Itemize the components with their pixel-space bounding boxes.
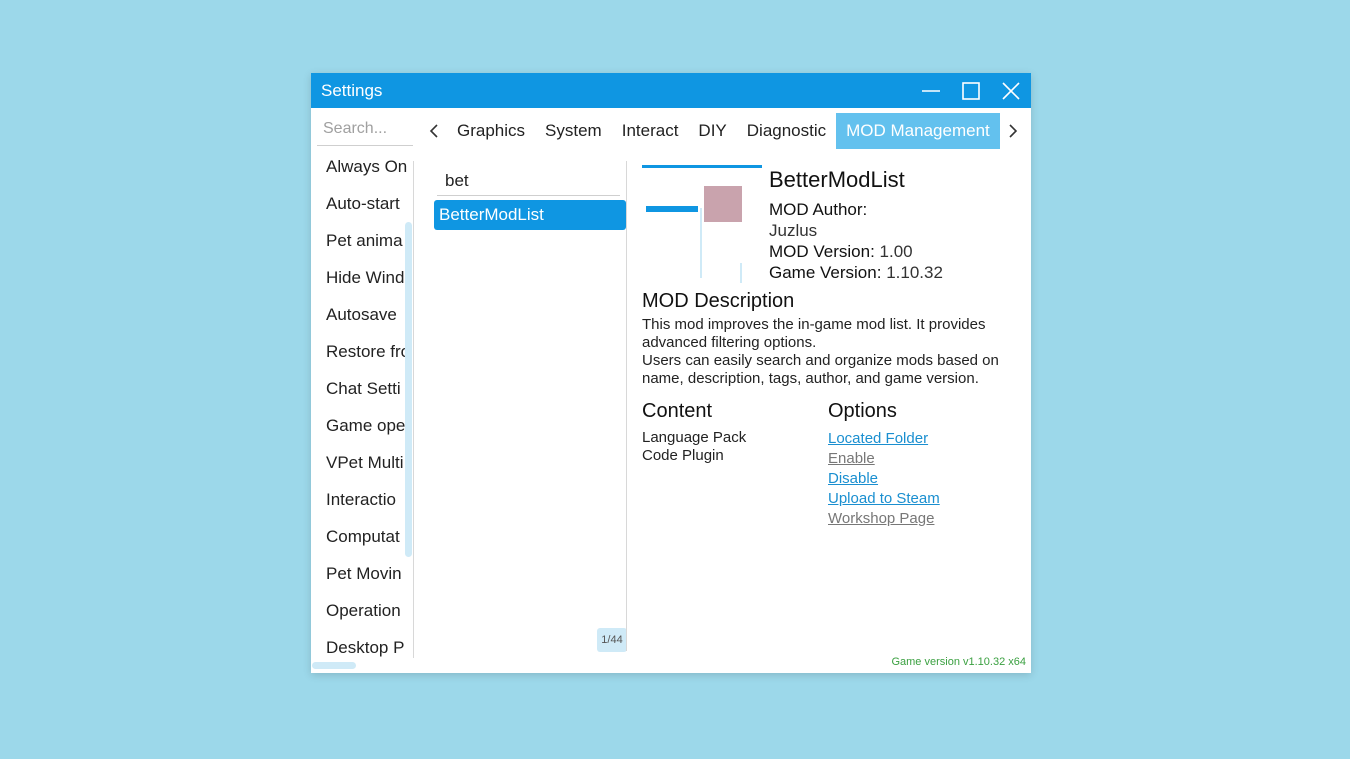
settings-sidebar: Search... Always On Auto-start Pet anima… xyxy=(311,108,414,673)
sidebar-item[interactable]: Restore fro xyxy=(326,339,414,376)
content-item: Language Pack xyxy=(642,429,747,446)
sidebar-list: Always On Auto-start Pet anima Hide Wind… xyxy=(326,154,414,672)
game-version-footer: Game version v1.10.32 x64 xyxy=(891,656,1026,668)
preview-highlight xyxy=(646,206,698,212)
sidebar-scrollbar[interactable] xyxy=(405,222,412,557)
mod-description: This mod improves the in-game mod list. … xyxy=(642,316,1012,388)
settings-window: Settings Search... Always On Auto-start … xyxy=(311,73,1031,673)
sidebar-item[interactable]: Computat xyxy=(326,524,414,561)
mod-author-label: MOD Author: xyxy=(769,200,868,219)
description-heading: MOD Description xyxy=(642,290,795,312)
tab-scroll-left-button[interactable] xyxy=(421,113,447,149)
mod-version-row: MOD Version: 1.00 xyxy=(769,241,943,262)
minimize-button[interactable] xyxy=(911,73,951,108)
mod-title: BetterModList xyxy=(769,167,905,192)
description-line: Users can easily search and organize mod… xyxy=(642,352,999,387)
mod-meta: MOD Author: Juzlus MOD Version: 1.00 Gam… xyxy=(769,199,943,283)
mod-version-value: 1.00 xyxy=(879,242,913,261)
close-button[interactable] xyxy=(991,73,1031,108)
close-icon xyxy=(1002,81,1020,100)
list-divider xyxy=(626,161,627,651)
upload-to-steam-link[interactable]: Upload to Steam xyxy=(828,489,940,509)
sidebar-item[interactable]: VPet Multi xyxy=(326,450,414,487)
game-version-row: Game Version: 1.10.32 xyxy=(769,262,943,283)
chevron-left-icon xyxy=(429,124,438,138)
chevron-right-icon xyxy=(1009,124,1017,138)
sidebar-item[interactable]: Hide Wind xyxy=(326,265,414,302)
sidebar-item[interactable]: Chat Setti xyxy=(326,376,414,413)
workshop-page-link[interactable]: Workshop Page xyxy=(828,509,940,529)
sidebar-item[interactable]: Autosave xyxy=(326,302,414,339)
window-title: Settings xyxy=(321,80,383,100)
options-list: Located Folder Enable Disable Upload to … xyxy=(828,429,940,529)
tab-bar: Graphics System Interact DIY Diagnostic … xyxy=(421,113,1031,149)
mod-count-badge: 1/44 xyxy=(597,628,627,652)
tab-diy[interactable]: DIY xyxy=(688,113,736,149)
mod-list-item[interactable]: BetterModList xyxy=(434,200,626,230)
content-item: Code Plugin xyxy=(642,447,724,464)
tab-system[interactable]: System xyxy=(535,113,612,149)
enable-link[interactable]: Enable xyxy=(828,449,940,469)
sidebar-item[interactable]: Always On xyxy=(326,154,414,191)
tab-diagnostic[interactable]: Diagnostic xyxy=(737,113,836,149)
minimize-icon xyxy=(922,89,940,92)
description-line: This mod improves the in-game mod list. … xyxy=(642,316,986,351)
content-heading: Content xyxy=(642,400,713,422)
tab-interact[interactable]: Interact xyxy=(612,113,689,149)
sidebar-item[interactable]: Pet Movin xyxy=(326,561,414,598)
tab-scroll-right-button[interactable] xyxy=(1000,113,1026,149)
sidebar-item[interactable]: Interactio xyxy=(326,487,414,524)
sidebar-item[interactable]: Operation xyxy=(326,598,414,635)
mod-version-label: MOD Version: xyxy=(769,242,875,261)
options-heading: Options xyxy=(828,400,897,422)
mod-preview-image xyxy=(642,165,762,285)
maximize-button[interactable] xyxy=(951,73,991,108)
sidebar-item[interactable]: Auto-start xyxy=(326,191,414,228)
tab-graphics[interactable]: Graphics xyxy=(447,113,535,149)
preview-scrollbar xyxy=(740,263,742,283)
preview-picture xyxy=(704,186,742,222)
sidebar-search-input[interactable]: Search... xyxy=(317,118,413,146)
sidebar-item[interactable]: Pet anima xyxy=(326,228,414,265)
sidebar-horizontal-scrollbar[interactable] xyxy=(312,662,356,669)
maximize-icon xyxy=(962,81,980,100)
game-version-value: 1.10.32 xyxy=(886,263,943,282)
tab-mod-management[interactable]: MOD Management xyxy=(836,113,1000,149)
mod-search-input[interactable]: bet xyxy=(437,167,620,196)
sidebar-divider xyxy=(413,161,414,658)
game-version-label: Game Version: xyxy=(769,263,882,282)
disable-link[interactable]: Disable xyxy=(828,469,940,489)
located-folder-link[interactable]: Located Folder xyxy=(828,429,940,449)
title-bar[interactable]: Settings xyxy=(311,73,1031,108)
content-list: Language Pack Code Plugin xyxy=(642,429,746,465)
preview-divider xyxy=(700,208,702,278)
sidebar-item[interactable]: Game ope xyxy=(326,413,414,450)
mod-author-value: Juzlus xyxy=(769,221,818,240)
